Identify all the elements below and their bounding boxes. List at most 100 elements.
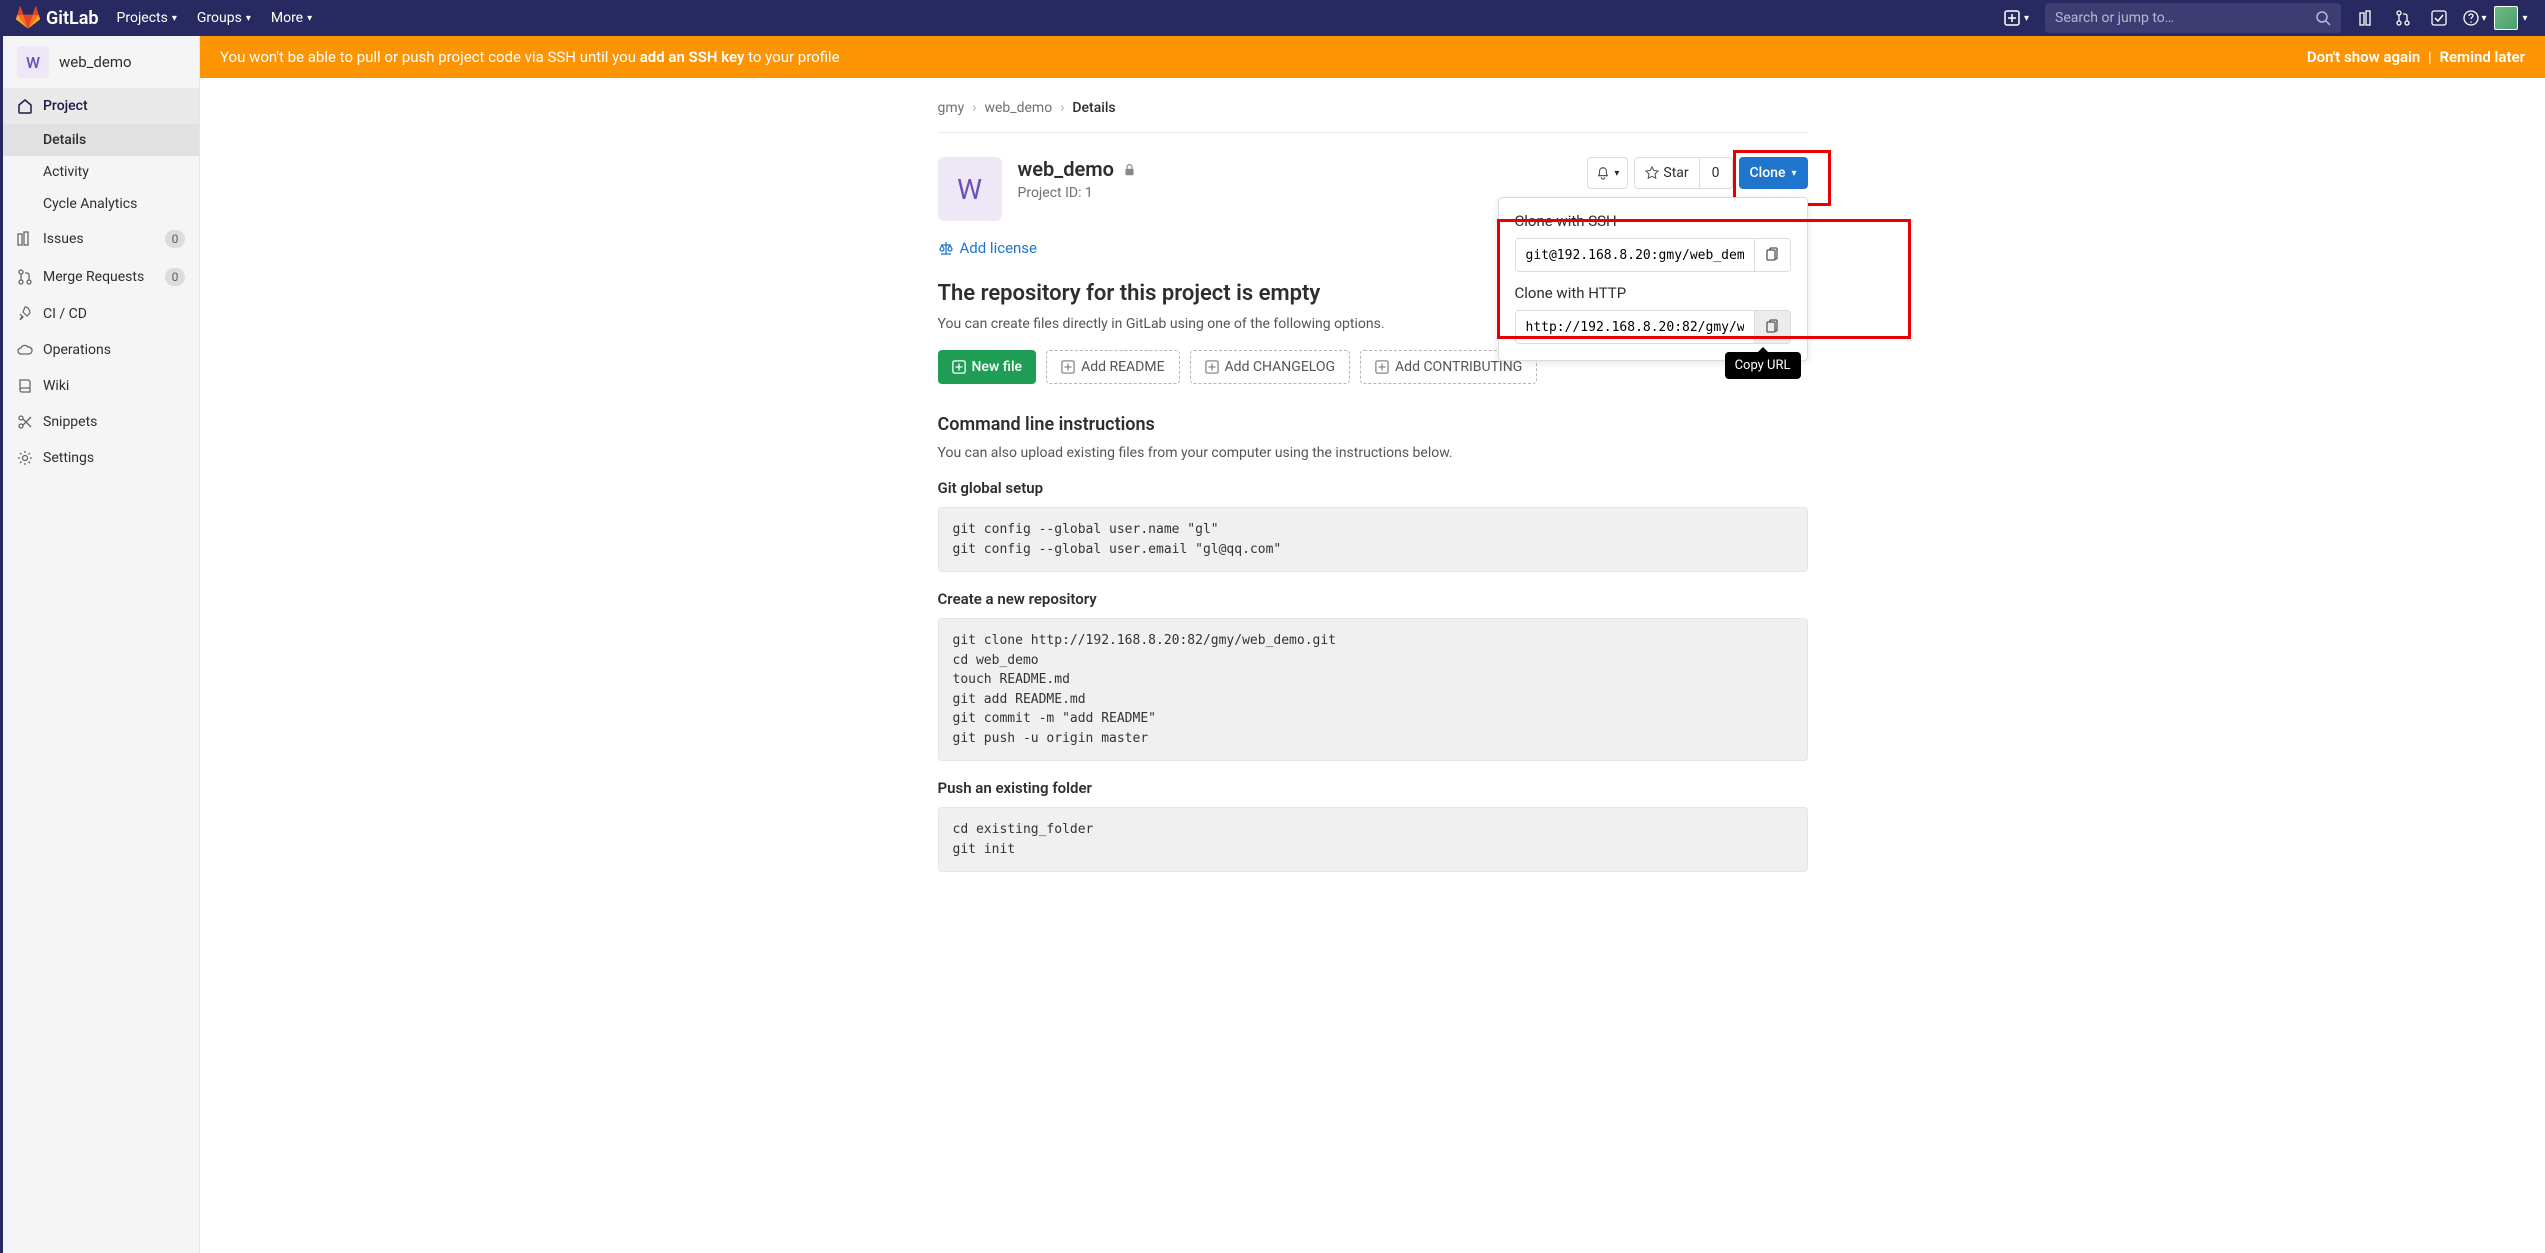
git-setup-heading: Git global setup	[938, 479, 1808, 497]
help-menu[interactable]: ▾	[2457, 0, 2493, 36]
nav-more[interactable]: More▾	[261, 0, 322, 36]
chevron-down-icon: ▾	[307, 13, 312, 24]
sidebar-item-cicd[interactable]: CI / CD	[3, 296, 199, 332]
chevron-right-icon: ›	[972, 100, 976, 116]
project-avatar-small: W	[17, 46, 49, 78]
book-icon	[17, 378, 33, 394]
sidebar-item-snippets[interactable]: Snippets	[3, 404, 199, 440]
plus-square-icon	[1061, 360, 1075, 374]
issues-icon	[2359, 10, 2375, 26]
sidebar-sub-cycle-analytics[interactable]: Cycle Analytics	[3, 188, 199, 220]
chevron-down-icon: ▾	[2522, 13, 2527, 24]
todo-icon	[2431, 10, 2447, 26]
tanuki-icon	[16, 6, 40, 30]
nav-projects[interactable]: Projects▾	[107, 0, 187, 36]
ssh-key-banner: You won't be able to pull or push projec…	[200, 36, 2545, 78]
clone-button[interactable]: Clone ▾	[1739, 157, 1808, 189]
todos-shortcut[interactable]	[2421, 0, 2457, 36]
add-ssh-key-link[interactable]: add an SSH key	[640, 48, 745, 66]
chevron-down-icon: ▾	[1614, 168, 1619, 179]
search-input[interactable]	[2055, 10, 2315, 26]
push-folder-heading: Push an existing folder	[938, 779, 1808, 797]
issues-shortcut[interactable]	[2349, 0, 2385, 36]
sidebar-item-wiki[interactable]: Wiki	[3, 368, 199, 404]
issues-icon	[17, 231, 33, 247]
notification-button[interactable]: ▾	[1587, 157, 1628, 189]
clone-dropdown: Clone with SSH Clone with HTTP	[1498, 197, 1808, 361]
merge-requests-shortcut[interactable]	[2385, 0, 2421, 36]
create-repo-heading: Create a new repository	[938, 590, 1808, 608]
star-count: 0	[1700, 157, 1733, 189]
copy-ssh-button[interactable]	[1755, 238, 1791, 272]
new-file-button[interactable]: New file	[938, 350, 1037, 384]
merge-request-icon	[17, 269, 33, 285]
star-button[interactable]: Star	[1634, 157, 1699, 189]
banner-message: You won't be able to pull or push projec…	[220, 48, 2307, 66]
issues-count-badge: 0	[165, 230, 185, 248]
gitlab-logo[interactable]: GitLab	[16, 6, 99, 30]
copy-url-tooltip: Copy URL	[1725, 352, 1801, 379]
chevron-down-icon: ▾	[2481, 13, 2486, 24]
search-icon	[2315, 10, 2331, 26]
sidebar-item-settings[interactable]: Settings	[3, 440, 199, 476]
scissors-icon	[17, 414, 33, 430]
plus-square-icon	[1375, 360, 1389, 374]
plus-square-icon	[2004, 10, 2020, 26]
cli-subtext: You can also upload existing files from …	[938, 445, 1808, 461]
crumb-current: Details	[1072, 100, 1115, 116]
mr-count-badge: 0	[165, 268, 185, 286]
scale-icon	[938, 240, 954, 256]
breadcrumb: gmy › web_demo › Details	[938, 94, 1808, 133]
content-area: You won't be able to pull or push projec…	[200, 36, 2545, 1253]
add-readme-button[interactable]: Add README	[1046, 350, 1179, 384]
push-folder-code[interactable]: cd existing_folder git init	[938, 807, 1808, 872]
create-repo-code[interactable]: git clone http://192.168.8.20:82/gmy/web…	[938, 618, 1808, 761]
project-title: web_demo	[1018, 157, 1114, 181]
user-menu[interactable]: ▾	[2493, 0, 2529, 36]
chevron-down-icon: ▾	[1791, 168, 1796, 179]
copy-icon	[1764, 319, 1780, 335]
copy-http-button[interactable]	[1755, 310, 1791, 344]
chevron-right-icon: ›	[1060, 100, 1064, 116]
clone-http-input[interactable]	[1515, 310, 1755, 344]
help-icon	[2463, 10, 2479, 26]
gear-icon	[17, 450, 33, 466]
crumb-namespace[interactable]: gmy	[938, 100, 965, 116]
nav-groups[interactable]: Groups▾	[187, 0, 261, 36]
home-icon	[17, 98, 33, 114]
sidebar-item-operations[interactable]: Operations	[3, 332, 199, 368]
star-icon	[1645, 166, 1659, 180]
rocket-icon	[17, 306, 33, 322]
cli-heading: Command line instructions	[938, 414, 1808, 435]
project-sidebar: W web_demo Project Details Activity Cycl…	[0, 36, 200, 1253]
global-search[interactable]	[2045, 3, 2341, 33]
banner-dismiss[interactable]: Don't show again	[2307, 48, 2421, 66]
sidebar-item-project[interactable]: Project	[3, 88, 199, 124]
sidebar-sub-activity[interactable]: Activity	[3, 156, 199, 188]
chevron-down-icon: ▾	[2024, 13, 2029, 24]
sidebar-sub-details[interactable]: Details	[3, 124, 199, 156]
sidebar-context[interactable]: W web_demo	[3, 36, 199, 88]
merge-request-icon	[2395, 10, 2411, 26]
crumb-project[interactable]: web_demo	[984, 100, 1052, 116]
chevron-down-icon: ▾	[246, 13, 251, 24]
project-name-small: web_demo	[59, 53, 132, 71]
add-changelog-button[interactable]: Add CHANGELOG	[1190, 350, 1351, 384]
cloud-icon	[17, 342, 33, 358]
sidebar-item-issues[interactable]: Issues 0	[3, 220, 199, 258]
user-avatar	[2494, 6, 2518, 30]
chevron-down-icon: ▾	[172, 13, 177, 24]
sidebar-item-merge-requests[interactable]: Merge Requests 0	[3, 258, 199, 296]
git-setup-code[interactable]: git config --global user.name "gl" git c…	[938, 507, 1808, 572]
plus-square-icon	[952, 360, 966, 374]
lock-icon	[1123, 164, 1136, 180]
copy-icon	[1764, 247, 1780, 263]
new-menu[interactable]: ▾	[1996, 10, 2037, 26]
clone-ssh-input[interactable]	[1515, 238, 1755, 272]
project-actions: ▾ Star 0 Clone ▾	[1587, 157, 1807, 189]
plus-square-icon	[1205, 360, 1219, 374]
clone-ssh-label: Clone with SSH	[1515, 212, 1791, 230]
brand-text: GitLab	[46, 8, 99, 29]
top-navbar: GitLab Projects▾ Groups▾ More▾ ▾ ▾ ▾	[0, 0, 2545, 36]
banner-remind-later[interactable]: Remind later	[2439, 48, 2525, 66]
